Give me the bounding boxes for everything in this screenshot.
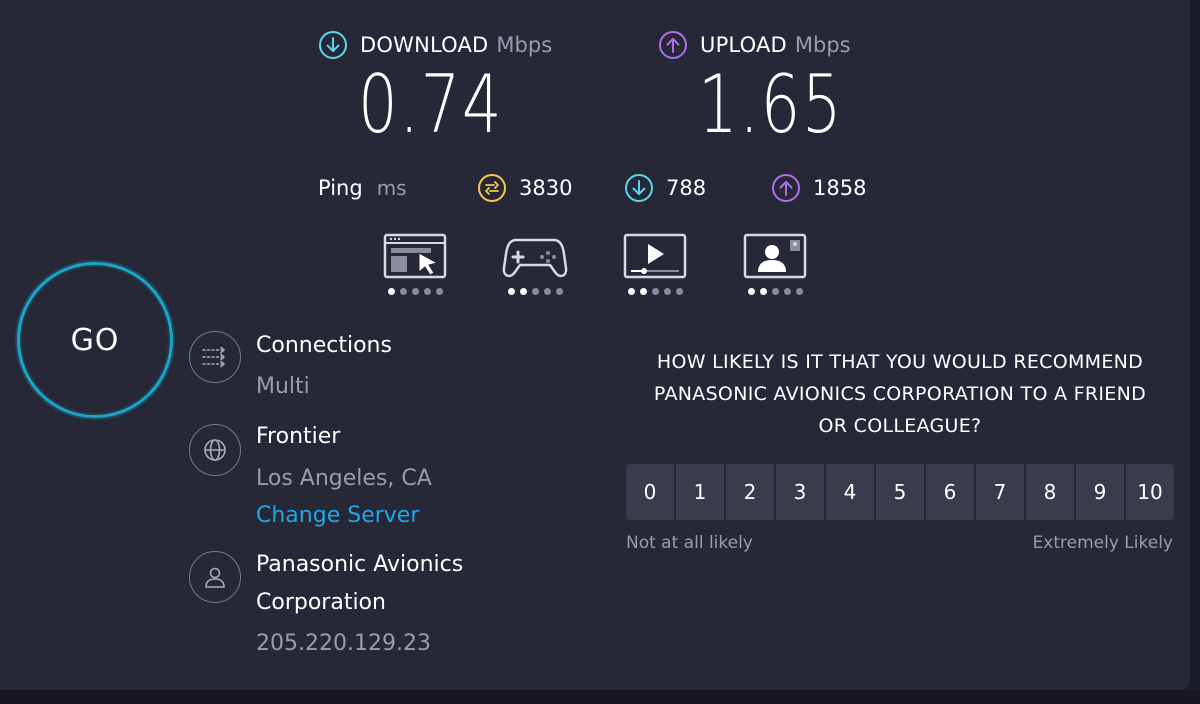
connections-icon[interactable] [189, 331, 241, 383]
browser-cursor-icon [383, 233, 447, 279]
arrow-up-circle-icon [771, 173, 801, 203]
speedtest-panel [0, 0, 1190, 690]
rating-dot [795, 288, 803, 295]
video-player-icon [623, 233, 687, 279]
arrow-down-circle-icon [318, 30, 348, 60]
go-button[interactable]: GO [26, 271, 164, 409]
rating-dot [507, 288, 515, 295]
rating-dot [771, 288, 779, 295]
ping-unit: ms [376, 176, 407, 200]
rating-dot [399, 288, 407, 295]
rating-dot [435, 288, 443, 295]
gamepad-icon [502, 238, 568, 278]
rating-gaming [502, 232, 568, 295]
scale-high-label: Extremely Likely [1032, 533, 1173, 553]
scale-button-7[interactable]: 7 [976, 464, 1024, 520]
rating-dot [759, 288, 767, 295]
rating-dots [742, 288, 808, 295]
go-label: GO [70, 322, 120, 358]
survey-question: HOW LIKELY IS IT THAT YOU WOULD RECOMMEN… [620, 346, 1180, 442]
rating-dot [747, 288, 755, 295]
go-button-ring[interactable]: GO [17, 262, 173, 418]
rating-web-browsing [382, 232, 448, 295]
provider-title-line1: Panasonic Avionics [256, 552, 464, 577]
rating-dots [622, 288, 688, 295]
ping-idle-value: 3830 [519, 176, 573, 200]
scale-button-5[interactable]: 5 [876, 464, 924, 520]
scale-button-2[interactable]: 2 [726, 464, 774, 520]
download-value: 0.74 [358, 58, 504, 151]
rating-dot [531, 288, 539, 295]
scale-button-1[interactable]: 1 [676, 464, 724, 520]
rating-dot [387, 288, 395, 295]
rating-video-streaming [622, 232, 688, 295]
bottom-strip [0, 690, 1200, 704]
survey-question-line2: PANASONIC AVIONICS CORPORATION TO A FRIE… [653, 383, 1147, 405]
scale-button-4[interactable]: 4 [826, 464, 874, 520]
rating-dot [627, 288, 635, 295]
rating-dot [411, 288, 419, 295]
ping-down: 788 [624, 172, 706, 204]
jitter-icon [477, 173, 507, 203]
arrow-down-circle-icon [624, 173, 654, 203]
rating-dot [639, 288, 647, 295]
ping-up: 1858 [771, 172, 866, 204]
download-label: DOWNLOAD [360, 33, 489, 57]
rating-dot [543, 288, 551, 295]
provider-ip: 205.220.129.23 [256, 631, 431, 656]
rating-dot [555, 288, 563, 295]
rating-dot [663, 288, 671, 295]
scale-button-3[interactable]: 3 [776, 464, 824, 520]
arrow-up-circle-icon [658, 30, 688, 60]
upload-label: UPLOAD [700, 33, 787, 57]
upload-value: 1.65 [698, 58, 844, 151]
rating-dot [519, 288, 527, 295]
scale-button-0[interactable]: 0 [626, 464, 674, 520]
rating-dot [651, 288, 659, 295]
scale-button-8[interactable]: 8 [1026, 464, 1074, 520]
rating-dots [382, 288, 448, 295]
ping-idle: 3830 [477, 172, 572, 204]
rating-dot [423, 288, 431, 295]
connections-value[interactable]: Multi [256, 374, 310, 399]
rating-video-chat [742, 232, 808, 295]
globe-icon [189, 424, 241, 476]
download-unit: Mbps [496, 33, 553, 57]
upload-unit: Mbps [794, 33, 851, 57]
survey-scale: 0 1 2 3 4 5 6 7 8 9 10 [626, 464, 1174, 520]
scale-low-label: Not at all likely [626, 533, 753, 553]
scale-button-10[interactable]: 10 [1126, 464, 1174, 520]
provider-title-line2: Corporation [256, 590, 386, 615]
download-header: DOWNLOAD Mbps [318, 28, 552, 62]
upload-header: UPLOAD Mbps [658, 28, 851, 62]
rating-dot [783, 288, 791, 295]
change-server-link[interactable]: Change Server [256, 503, 419, 528]
ping-up-value: 1858 [813, 176, 867, 200]
scale-button-6[interactable]: 6 [926, 464, 974, 520]
server-title: Frontier [256, 424, 341, 449]
rating-dots [502, 288, 568, 295]
survey-question-line1: HOW LIKELY IS IT THAT YOU WOULD RECOMMEN… [656, 351, 1144, 373]
survey-question-line3: OR COLLEAGUE? [818, 415, 982, 437]
user-icon [189, 551, 241, 603]
rating-dot [675, 288, 683, 295]
ping-label: Ping [318, 176, 363, 200]
server-location: Los Angeles, CA [256, 466, 432, 491]
ping-label-group: Ping ms [318, 172, 407, 204]
video-call-icon [743, 233, 807, 279]
ping-down-value: 788 [666, 176, 707, 200]
connections-title: Connections [256, 333, 392, 358]
scale-button-9[interactable]: 9 [1076, 464, 1124, 520]
